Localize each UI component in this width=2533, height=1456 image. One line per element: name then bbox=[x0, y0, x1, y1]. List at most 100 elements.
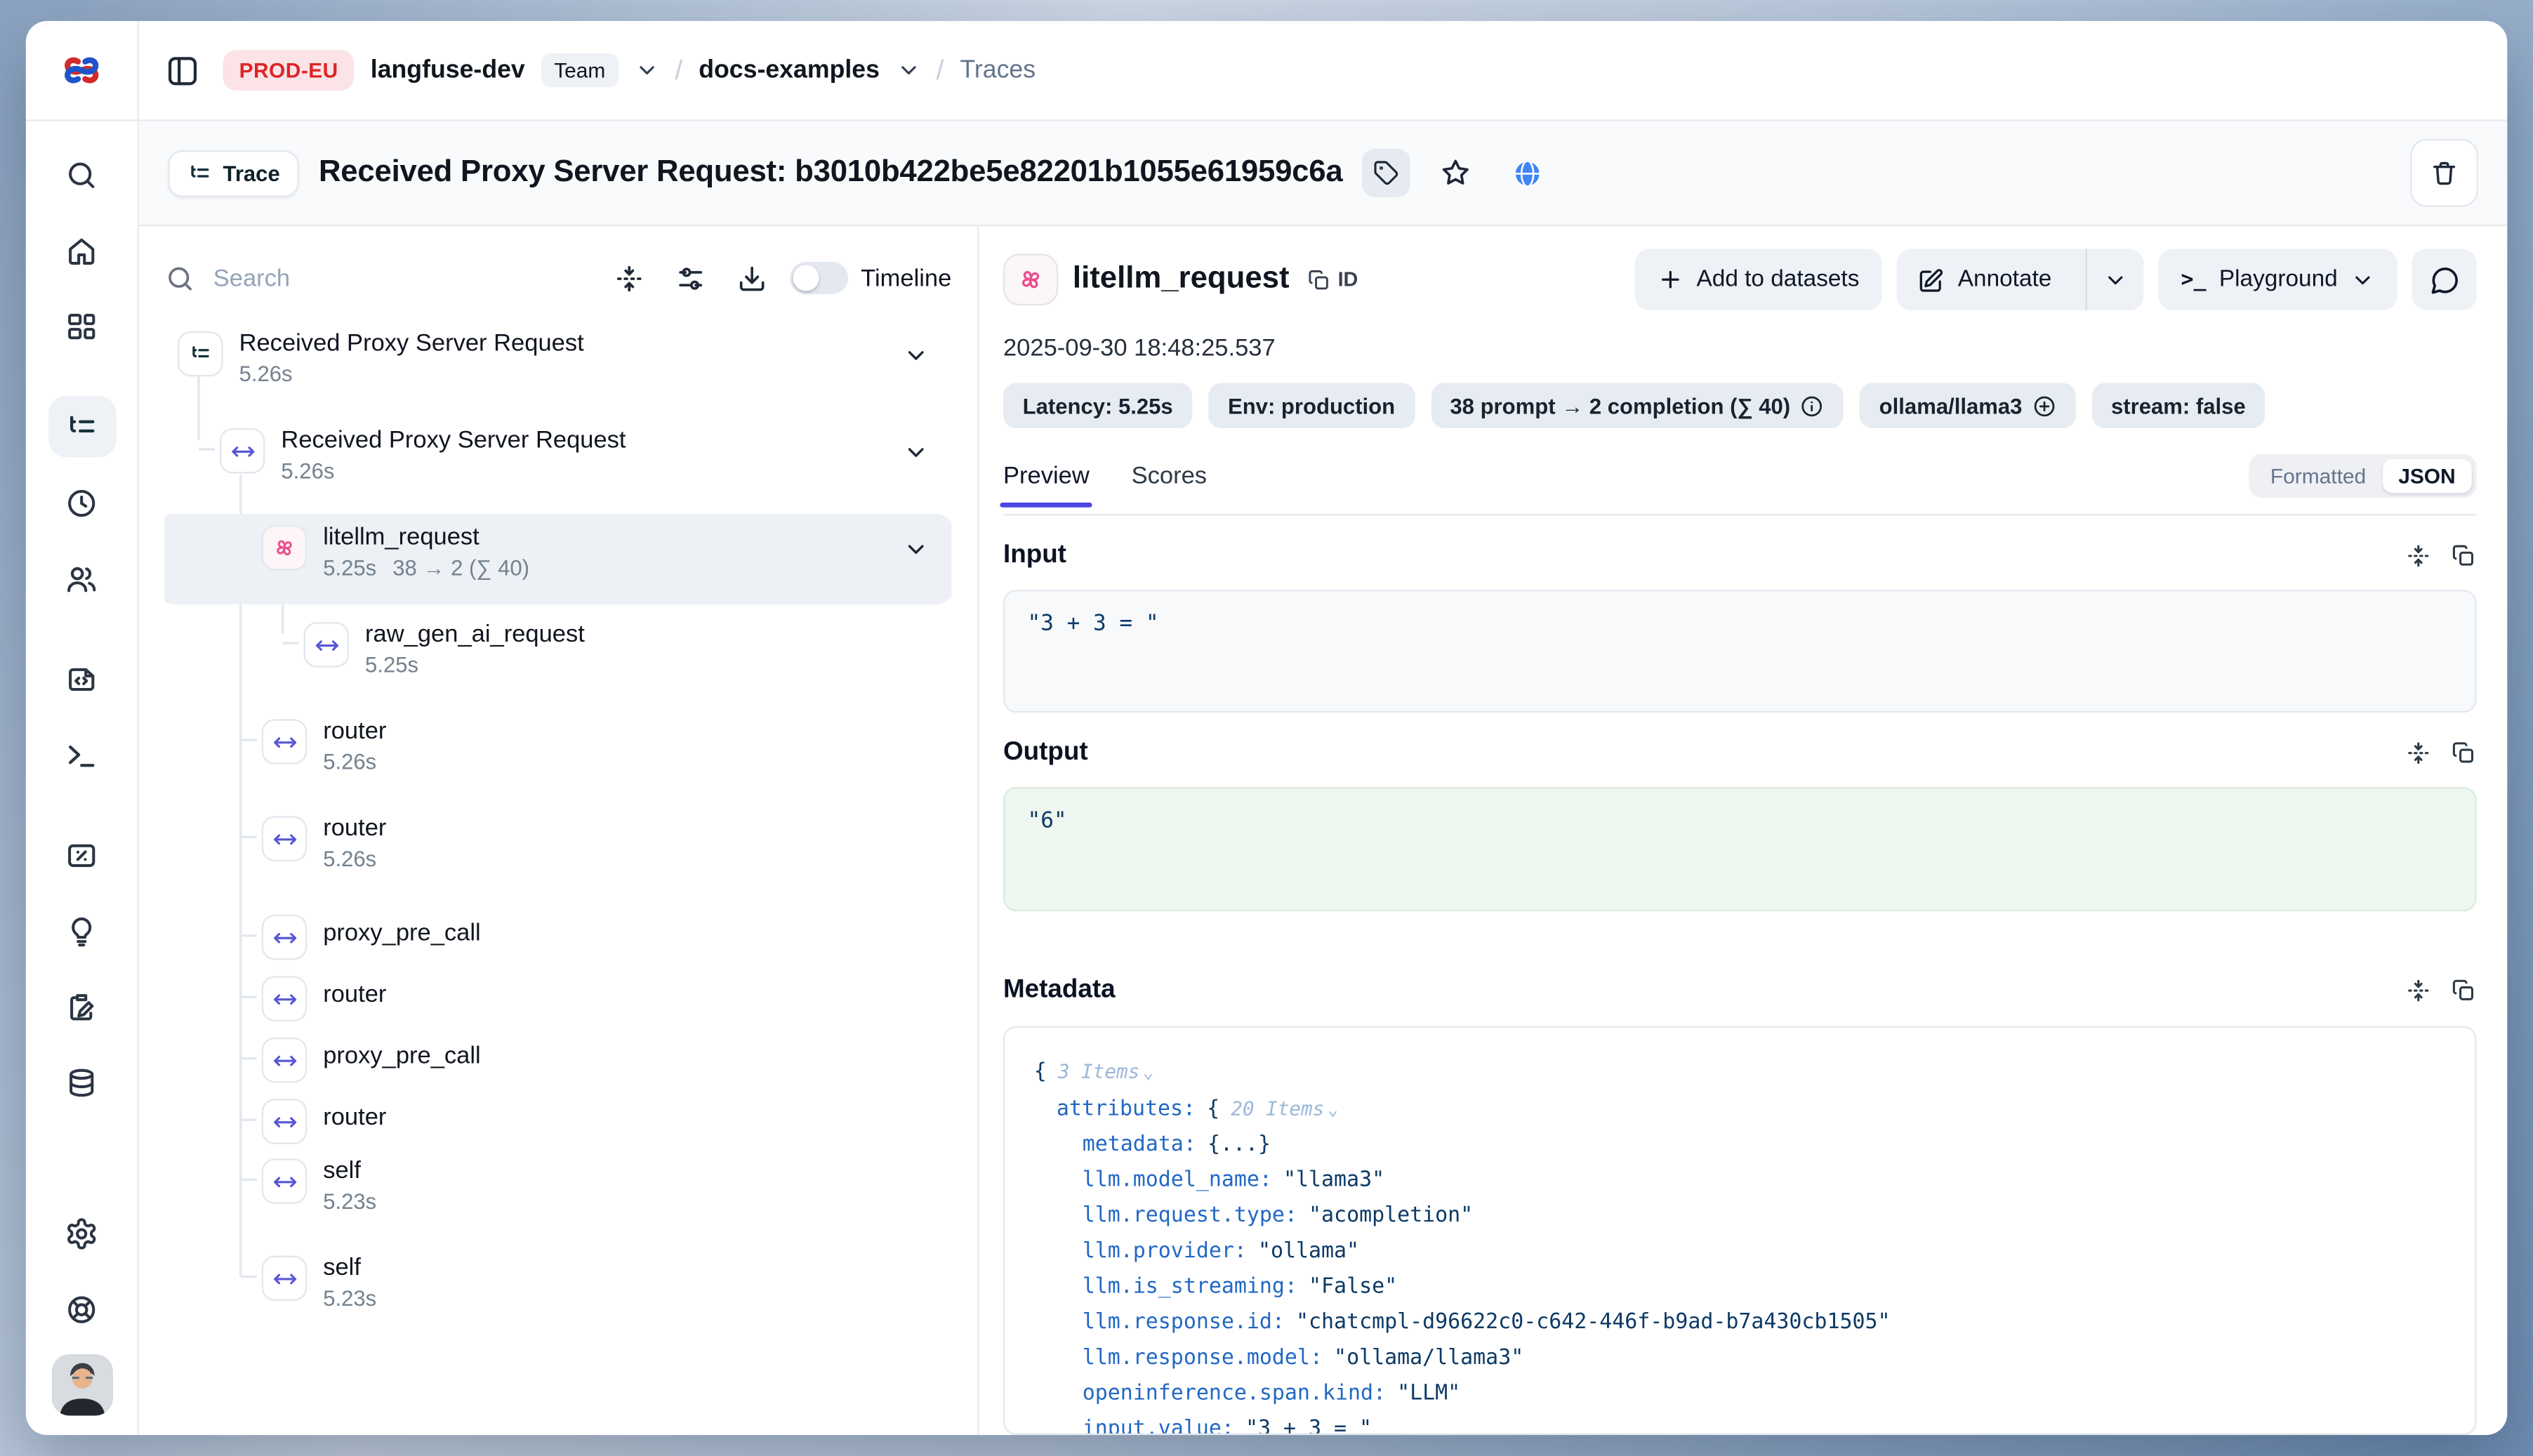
node-label: router bbox=[323, 981, 386, 1008]
project-chevron-down-icon[interactable] bbox=[896, 58, 920, 83]
plus-icon bbox=[1658, 267, 1684, 293]
tree-node-span[interactable]: router bbox=[165, 1089, 952, 1150]
tree-node-span[interactable]: raw_gen_ai_request5.25s bbox=[165, 614, 952, 711]
sidebar-toggle-icon[interactable] bbox=[165, 53, 201, 88]
org-chevron-down-icon[interactable] bbox=[635, 58, 659, 83]
fold-vertical-icon[interactable] bbox=[2405, 740, 2431, 766]
tree-node-generation-selected[interactable]: litellm_request5.25s38 → 2 (∑ 40) bbox=[165, 517, 952, 614]
stream-badge: stream: false bbox=[2091, 383, 2265, 428]
tree-node-span[interactable]: router5.26s bbox=[165, 808, 952, 905]
input-value-box[interactable]: "3 + 3 = " bbox=[1003, 590, 2477, 713]
metadata-heading: Metadata bbox=[1003, 976, 1116, 1005]
sidebar-annotation-button[interactable] bbox=[48, 976, 116, 1037]
sidebar-support-button[interactable] bbox=[48, 1278, 116, 1339]
tab-scores[interactable]: Scores bbox=[1132, 462, 1207, 489]
timeline-toggle-label: Timeline bbox=[861, 264, 951, 291]
fold-vertical-icon[interactable] bbox=[2405, 978, 2431, 1004]
copy-icon[interactable] bbox=[2451, 978, 2477, 1004]
span-arrows-icon bbox=[262, 915, 307, 960]
copy-id-button[interactable]: ID bbox=[1307, 267, 1358, 292]
annotate-dropdown-button[interactable] bbox=[2086, 249, 2144, 310]
node-duration: 5.23s bbox=[323, 1286, 376, 1311]
copy-icon[interactable] bbox=[2451, 543, 2477, 569]
chevron-down-icon[interactable] bbox=[903, 536, 929, 562]
json-attributes-line[interactable]: attributes:{20 Items⌄ bbox=[1031, 1091, 2449, 1128]
project-name[interactable]: docs-examples bbox=[699, 55, 880, 84]
metadata-json-viewer[interactable]: {3 Items⌄ attributes:{20 Items⌄ metadata… bbox=[1003, 1026, 2477, 1435]
sidebar-sessions-button[interactable] bbox=[48, 472, 116, 533]
sidebar-users-button[interactable] bbox=[48, 548, 116, 609]
sidebar-tracing-button[interactable] bbox=[48, 396, 116, 457]
sliders-icon bbox=[676, 263, 707, 293]
chevron-down-icon[interactable] bbox=[903, 343, 929, 369]
model-badge[interactable]: ollama/llama3 bbox=[1860, 383, 2075, 428]
json-entry[interactable]: llm.request.type:"acompletion" bbox=[1031, 1199, 2449, 1235]
json-entry[interactable]: llm.model_name:"llama3" bbox=[1031, 1163, 2449, 1199]
annotate-button[interactable]: Annotate bbox=[1896, 249, 2072, 310]
json-entry[interactable]: input.value:"3 + 3 = " bbox=[1031, 1412, 2449, 1435]
timeline-toggle[interactable] bbox=[790, 262, 848, 294]
tag-button[interactable] bbox=[1362, 149, 1410, 197]
sidebar-playground-button[interactable] bbox=[48, 724, 116, 785]
sidebar-settings-button[interactable] bbox=[48, 1203, 116, 1264]
token-usage-badge[interactable]: 38 prompt → 2 completion (∑ 40) bbox=[1431, 383, 1844, 428]
json-entry[interactable]: llm.response.model:"ollama/llama3" bbox=[1031, 1342, 2449, 1377]
json-entry[interactable]: metadata:{...} bbox=[1031, 1128, 2449, 1164]
playground-button[interactable]: >_ Playground bbox=[2158, 249, 2398, 310]
sidebar-prompts-button[interactable] bbox=[48, 648, 116, 709]
tree-node-span[interactable]: router bbox=[165, 967, 952, 1028]
star-button[interactable] bbox=[1430, 147, 1482, 199]
span-arrows-icon bbox=[262, 976, 307, 1021]
tree-node-span[interactable]: proxy_pre_call bbox=[165, 1028, 952, 1089]
sidebar-judge-button[interactable] bbox=[48, 900, 116, 961]
json-entry[interactable]: llm.is_streaming:"False" bbox=[1031, 1270, 2449, 1306]
tree-node-span[interactable]: proxy_pre_call bbox=[165, 905, 952, 966]
tree-node-span[interactable]: router5.26s bbox=[165, 711, 952, 808]
chevron-down-icon[interactable] bbox=[903, 439, 929, 465]
tree-node-trace-root[interactable]: Received Proxy Server Request5.26s bbox=[165, 323, 952, 420]
breadcrumb-section[interactable]: Traces bbox=[960, 55, 1036, 84]
sidebar-datasets-button[interactable] bbox=[48, 1052, 116, 1113]
format-option-formatted[interactable]: Formatted bbox=[2254, 459, 2382, 493]
json-root-line[interactable]: {3 Items⌄ bbox=[1031, 1054, 2449, 1091]
clipboard-pen-icon bbox=[65, 990, 98, 1024]
tab-preview[interactable]: Preview bbox=[1003, 462, 1090, 489]
add-to-datasets-button[interactable]: Add to datasets bbox=[1635, 249, 1882, 310]
trace-title-bar: Trace Received Proxy Server Request: b30… bbox=[139, 121, 2507, 227]
node-label: proxy_pre_call bbox=[323, 1043, 481, 1070]
org-name[interactable]: langfuse-dev bbox=[371, 55, 525, 84]
json-entry[interactable]: llm.provider:"ollama" bbox=[1031, 1235, 2449, 1271]
search-field[interactable] bbox=[165, 263, 593, 293]
users-icon bbox=[65, 562, 98, 595]
trace-title: Received Proxy Server Request: b3010b422… bbox=[319, 155, 1342, 191]
copy-icon[interactable] bbox=[2451, 740, 2477, 766]
sidebar-dashboards-button[interactable] bbox=[48, 296, 116, 357]
node-label: proxy_pre_call bbox=[323, 920, 481, 947]
langfuse-logo-icon[interactable] bbox=[60, 48, 103, 92]
public-globe-button[interactable] bbox=[1501, 147, 1553, 199]
output-heading: Output bbox=[1003, 739, 1088, 767]
fold-vertical-icon[interactable] bbox=[2405, 543, 2431, 569]
node-duration: 5.26s bbox=[323, 847, 376, 871]
comment-button[interactable] bbox=[2412, 249, 2477, 310]
output-value-box[interactable]: "6" bbox=[1003, 787, 2477, 911]
user-avatar[interactable] bbox=[51, 1354, 112, 1415]
sidebar-search-button[interactable] bbox=[48, 144, 116, 205]
json-entry[interactable]: llm.response.id:"chatcmpl-d96622c0-c642-… bbox=[1031, 1306, 2449, 1342]
token-usage-label: 38 prompt → 2 completion (∑ 40) bbox=[1450, 394, 1790, 418]
tree-node-span[interactable]: self5.23s bbox=[165, 1247, 952, 1344]
tree-node-span[interactable]: Received Proxy Server Request5.26s bbox=[165, 420, 952, 517]
delete-trace-button[interactable] bbox=[2410, 139, 2478, 207]
tree-settings-button[interactable] bbox=[667, 253, 715, 302]
search-input[interactable] bbox=[210, 263, 593, 293]
json-entry[interactable]: openinference.span.kind:"LLM" bbox=[1031, 1377, 2449, 1412]
content-split: Timeline Received Proxy Server Reque bbox=[139, 226, 2507, 1435]
tree-node-span[interactable]: self5.23s bbox=[165, 1151, 952, 1247]
collapse-all-button[interactable] bbox=[606, 253, 654, 302]
format-option-json[interactable]: JSON bbox=[2382, 459, 2471, 493]
metadata-section-header: Metadata bbox=[1003, 976, 2477, 1005]
trace-tree-icon bbox=[65, 410, 98, 444]
sidebar-home-button[interactable] bbox=[48, 220, 116, 281]
sidebar-evaluation-button[interactable] bbox=[48, 824, 116, 885]
download-button[interactable] bbox=[728, 253, 776, 302]
